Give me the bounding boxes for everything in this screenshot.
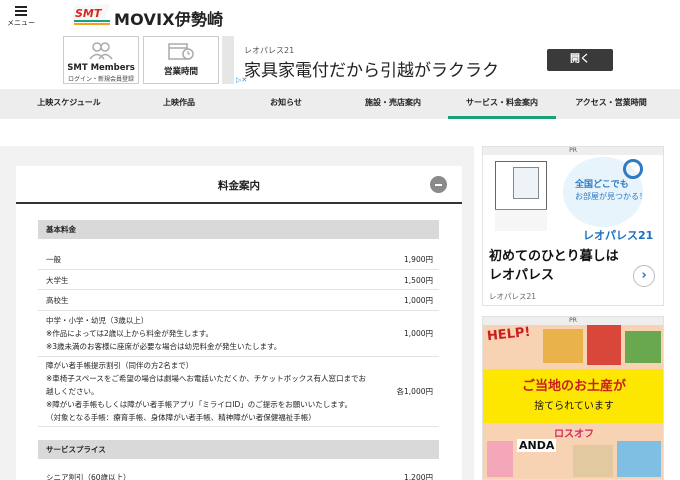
price-row-value: 1,000円 [404,329,433,338]
nav-facilities[interactable]: 施設・売店案内 [338,89,448,119]
leopalace-logo: レオパレス21 [583,229,654,242]
snack-image [487,441,513,477]
snack-image [573,445,613,477]
help-text: HELP! [486,324,532,345]
calendar-clock-icon [168,43,194,60]
ad-yellow-band: ご当地のお土産が 捨てられています [483,369,663,423]
top-ad-main: 家具家電付だから引越がラクラク [244,61,499,81]
price-row: 一般 1,900円 [38,246,439,270]
price-row-name: 障がい者手帳提示割引（同伴の方2名まで） ※車椅子スペースをご希望の場合は劇場へ… [46,359,366,424]
section-basic-heading: 基本料金 [38,220,439,239]
business-hours-box[interactable]: 営業時間 [143,36,219,84]
side-ad-leopalace[interactable]: PR 全国どこでも お部屋が見つかる！ レオパレス21 初めてのひとり暮しは レ… [482,146,664,306]
snack-image [625,331,661,363]
row-line: 越しください。 [46,387,99,396]
nav-news[interactable]: お知らせ [234,89,338,119]
members-title: SMT Members [67,63,135,73]
price-row: 障がい者手帳提示割引（同伴の方2名まで） ※車椅子スペースをご希望の場合は劇場へ… [38,357,439,427]
smt-logo[interactable]: SMT [72,2,112,28]
price-row: 中学・小学・幼児（3歳以上） ※作品によっては2歳以上から料金が発生します。 ※… [38,311,439,357]
ad-footer: レオパレス21 [489,292,537,301]
pricing-header[interactable]: 料金案内 [16,166,462,204]
top-ad-sub: レオパレス21 [244,46,295,55]
price-row: シニア割引（60歳以上） 1,200円 [38,468,439,480]
top-ad-banner[interactable]: レオパレス21 家具家電付だから引越がラクラク 開く ▷✕ [222,36,622,84]
collapse-button[interactable] [430,176,447,193]
smt-members-box[interactable]: SMT Members ログイン・新規会員登録 [63,36,139,84]
price-row-name: 中学・小学・幼児（3歳以上） ※作品によっては2歳以上から料金が発生します。 ※… [46,314,281,353]
ad-image-strip [222,36,234,84]
ad2-line2: 捨てられています [534,401,614,412]
menu-label: メニュー [7,19,35,27]
price-row-name: 大学生 [46,276,69,285]
side-ad-rosuofu[interactable]: PR HELP! ご当地のお土産が 捨てられています ロスオフ ANDA [482,316,664,480]
rosuofu-logo: ロスオフ [554,429,594,440]
nav-movies[interactable]: 上映作品 [124,89,234,119]
people-icon [89,42,113,60]
business-hours-title: 営業時間 [163,67,198,77]
bubble-text-2: お部屋が見つかる！ [575,192,647,201]
price-row-value: 各1,000円 [396,387,433,396]
menu-button[interactable]: メニュー [6,4,36,30]
price-row-value: 1,900円 [404,255,433,264]
price-row: 大学生 1,500円 [38,270,439,290]
site-header: メニュー SMT MOVIX伊勢崎 [0,0,680,34]
logo-text: SMT [75,7,103,20]
section-service-heading: サービスプライス [38,440,439,459]
row-line: （対象となる手帳：療育手帳、身体障がい者手帳、精神障がい者保健福祉手帳） [46,413,316,422]
price-row-value: 1,500円 [404,276,433,285]
snack-image [587,325,621,365]
main-nav: 上映スケジュール 上映作品 お知らせ 施設・売店案内 サービス・料金案内 アクセ… [0,89,680,119]
row-line: 中学・小学・幼児（3歳以上） [46,316,149,325]
ad-headline: 初めてのひとり暮しは レオパレス [489,247,619,285]
price-row-name: シニア割引（60歳以上） [46,473,131,480]
anda-label: ANDA [517,439,557,452]
snack-image [543,329,583,363]
row-line: ※作品によっては2歳以上から料金が発生します。 [46,329,214,338]
pr-label: PR [483,317,663,325]
snack-image [617,441,661,477]
price-row-name: 一般 [46,255,61,264]
adchoices-icon[interactable]: ▷✕ [236,76,247,84]
ad2-line1: ご当地のお土産が [521,379,626,394]
price-row-name: 高校生 [46,296,69,305]
floorplan-bath [495,209,547,231]
bubble-text-1: 全国どこでも [575,180,629,190]
nav-access[interactable]: アクセス・営業時間 [556,89,666,119]
row-line: 障がい者手帳提示割引（同伴の方2名まで） [46,361,194,370]
price-row-value: 1,000円 [404,296,433,305]
magnifier-icon [623,159,643,179]
nav-schedule[interactable]: 上映スケジュール [14,89,124,119]
price-row-value: 1,200円 [404,473,433,480]
ad-headline-line2: レオパレス [489,268,555,283]
minus-icon [435,184,442,186]
row-line: ※3歳未満のお客様に座席が必要な場合は幼児料金が発生いたします。 [46,342,282,351]
site-title[interactable]: MOVIX伊勢崎 [114,6,223,30]
chevron-right-icon[interactable]: › [633,265,655,287]
floorplan-room [513,167,539,199]
hamburger-icon [15,6,27,16]
pr-label: PR [483,147,663,155]
price-row: 高校生 1,000円 [38,290,439,311]
open-button[interactable]: 開く [547,49,613,71]
members-subtitle: ログイン・新規会員登録 [67,76,134,83]
row-line: ※車椅子スペースをご希望の場合は劇場へお電話いただくか、チケットボックス有人窓口… [46,374,367,383]
nav-service-price[interactable]: サービス・料金案内 [448,89,556,119]
row-line: ※障がい者手帳もしくは障がい者手帳アプリ「ミライロID」のご提示をお願いいたしま… [46,400,353,409]
pricing-title: 料金案内 [218,180,260,192]
ad-headline-line1: 初めてのひとり暮しは [489,249,619,264]
